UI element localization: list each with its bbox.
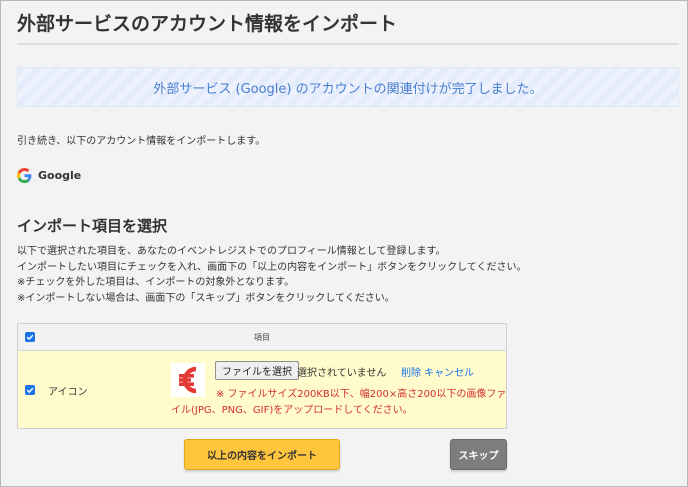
column-header-item: 項目 — [254, 333, 270, 342]
skip-button[interactable]: スキップ — [450, 439, 507, 470]
row-label-icon: アイコン — [48, 387, 88, 398]
note-line: ※ ファイルサイズ200KB以下、幅200×高さ200以下の画像ファ — [216, 389, 507, 400]
success-notice-text: 外部サービス (Google) のアカウントの関連付けが完了しました。 — [153, 81, 543, 97]
page-frame: 外部サービスのアカウント情報をインポート 外部サービス (Google) のアカ… — [0, 0, 688, 487]
title-divider — [17, 43, 679, 45]
provider-row: Google — [17, 168, 81, 183]
description-line: 以下で選択された項目を、あなたのイベントレジストでのプロフィール情報として登録し… — [17, 246, 446, 257]
provider-name: Google — [38, 169, 82, 182]
note-line: イル(JPG、PNG、GIF)をアップロードしてください。 — [171, 405, 413, 416]
description-line: ※チェックを外した項目は、インポートの対象外となります。 — [17, 277, 295, 288]
table-header: 項目 — [18, 324, 506, 351]
choose-file-button[interactable]: ファイルを選択 — [215, 361, 299, 380]
cancel-link[interactable]: キャンセル — [424, 364, 474, 379]
description-line: ※インポートしない場合は、画面下の「スキップ」ボタンをクリックしてください。 — [17, 292, 395, 304]
description-line: インポートしたい項目にチェックを入れ、画面下の「以上の内容をインポート」ボタンを… — [17, 261, 527, 273]
delete-link[interactable]: 削除 — [401, 364, 421, 379]
intro-text: 引き続き、以下のアカウント情報をインポートします。 — [17, 136, 266, 147]
import-button[interactable]: 以上の内容をインポート — [184, 439, 340, 470]
import-items-table: 項目 アイコン ファイルを選択 選択されていません 削除 キャンセル ※ ファイ… — [17, 323, 507, 429]
table-row: アイコン ファイルを選択 選択されていません 削除 キャンセル ※ ファイルサイ… — [18, 351, 506, 428]
check-icon — [26, 387, 34, 394]
page-title: 外部サービスのアカウント情報をインポート — [17, 13, 398, 35]
icon-item-checkbox[interactable] — [25, 385, 35, 395]
file-requirements-note: ※ ファイルサイズ200KB以下、幅200×高さ200以下の画像ファ イル(JP… — [171, 387, 507, 419]
file-status-text: 選択されていません — [297, 368, 387, 379]
google-icon — [17, 168, 32, 183]
section-title: インポート項目を選択 — [17, 217, 168, 235]
success-notice: 外部サービス (Google) のアカウントの関連付けが完了しました。 — [17, 67, 679, 107]
section-description: 以下で選択された項目を、あなたのイベントレジストでのプロフィール情報として登録し… — [17, 244, 527, 306]
